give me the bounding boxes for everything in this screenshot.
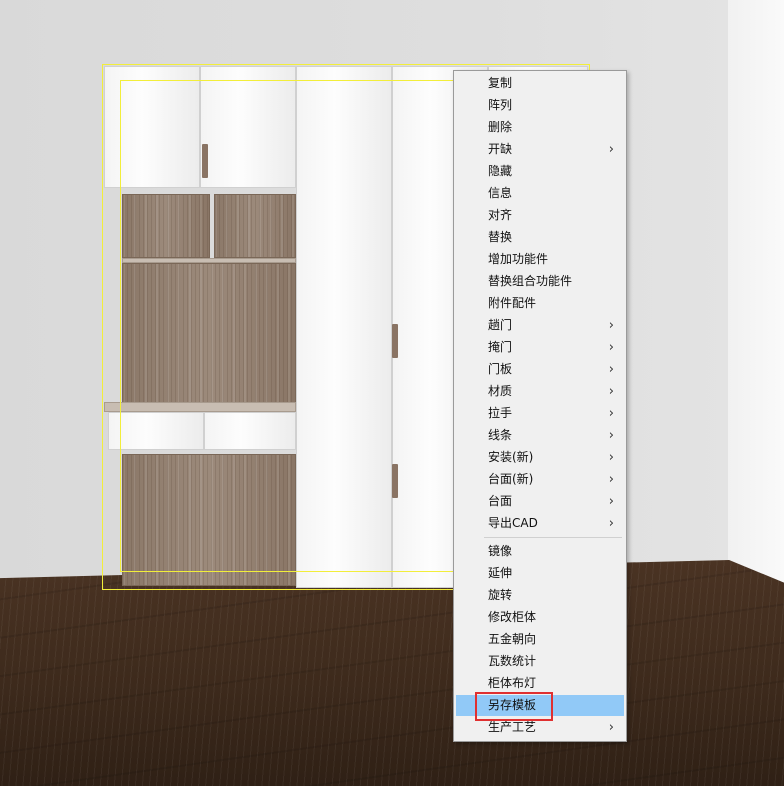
menu-item-label: 开缺 [488, 142, 513, 156]
menu-item-label: 镜像 [488, 544, 513, 558]
menu-item-label: 趟门 [488, 318, 513, 332]
menu-item[interactable]: 旋转 [456, 585, 624, 606]
menu-item-label: 对齐 [488, 208, 513, 222]
top-door-left[interactable] [104, 66, 200, 188]
tall-door-1[interactable] [296, 66, 392, 588]
drawer-right[interactable] [204, 412, 296, 450]
menu-item-label: 延伸 [488, 566, 513, 580]
desk-top [104, 402, 296, 412]
menu-item-label: 生产工艺 [488, 720, 537, 734]
upper-shelf-left [122, 194, 210, 258]
menu-item[interactable]: 隐藏 [456, 161, 624, 182]
chevron-right-icon: › [608, 340, 614, 355]
menu-item[interactable]: 安装(新) › [456, 447, 624, 468]
lower-back-panel [122, 454, 296, 586]
menu-item-label: 材质 [488, 384, 513, 398]
menu-item-label: 瓦数统计 [488, 654, 537, 668]
menu-item-label: 信息 [488, 186, 513, 200]
menu-item[interactable]: 开缺 › [456, 139, 624, 160]
menu-item[interactable]: 拉手 › [456, 403, 624, 424]
chevron-right-icon: › [608, 362, 614, 377]
chevron-right-icon: › [608, 516, 614, 531]
menu-item-label: 隐藏 [488, 164, 513, 178]
menu-item[interactable]: 趟门 › [456, 315, 624, 336]
menu-item[interactable]: 删除 [456, 117, 624, 138]
door-handle [392, 324, 398, 358]
menu-item[interactable]: 修改柜体 [456, 607, 624, 628]
menu-item[interactable]: 门板 › [456, 359, 624, 380]
menu-item-label: 删除 [488, 120, 513, 134]
menu-item[interactable]: 镜像 [456, 541, 624, 562]
context-menu[interactable]: 复制 阵列 删除 开缺 › 隐藏 信息 对齐 替换 增加功能件 替换组合功能件 附件配件 趟门 › 掩门 › 门… [453, 70, 627, 742]
menu-item[interactable]: 导出CAD › [456, 513, 624, 534]
3d-viewport[interactable] [0, 0, 784, 786]
menu-item-label: 台面(新) [488, 472, 534, 486]
menu-item[interactable]: 柜体布灯 [456, 673, 624, 694]
chevron-right-icon: › [608, 494, 614, 509]
chevron-right-icon: › [608, 450, 614, 465]
menu-item-label: 柜体布灯 [488, 676, 537, 690]
top-door-right[interactable] [200, 66, 296, 188]
menu-item[interactable]: 延伸 [456, 563, 624, 584]
menu-item-label: 修改柜体 [488, 610, 537, 624]
chevron-right-icon: › [608, 720, 614, 735]
menu-item-label: 阵列 [488, 98, 513, 112]
side-wall [728, 0, 784, 600]
menu-item-label: 复制 [488, 76, 513, 90]
chevron-right-icon: › [608, 384, 614, 399]
middle-back-panel [122, 263, 296, 403]
menu-item[interactable]: 台面 › [456, 491, 624, 512]
menu-item[interactable]: 五金朝向 [456, 629, 624, 650]
chevron-right-icon: › [608, 428, 614, 443]
door-handle [392, 464, 398, 498]
menu-item-label: 旋转 [488, 588, 513, 602]
menu-item[interactable]: 线条 › [456, 425, 624, 446]
chevron-right-icon: › [608, 472, 614, 487]
menu-item-label: 替换 [488, 230, 513, 244]
menu-item[interactable]: 附件配件 [456, 293, 624, 314]
drawer-left[interactable] [108, 412, 204, 450]
upper-shelf-right [214, 194, 296, 258]
menu-item[interactable]: 瓦数统计 [456, 651, 624, 672]
menu-item-label: 五金朝向 [488, 632, 537, 646]
menu-item-label: 增加功能件 [488, 252, 549, 266]
chevron-right-icon: › [608, 406, 614, 421]
menu-item[interactable]: 复制 [456, 73, 624, 94]
menu-item[interactable]: 增加功能件 [456, 249, 624, 270]
door-handle [202, 144, 208, 178]
menu-item-label: 门板 [488, 362, 513, 376]
chevron-right-icon: › [608, 142, 614, 157]
menu-item[interactable]: 信息 [456, 183, 624, 204]
wood-floor [0, 560, 784, 786]
menu-item[interactable]: 替换组合功能件 [456, 271, 624, 292]
menu-item-label: 附件配件 [488, 296, 537, 310]
menu-item-label: 导出CAD [488, 516, 538, 530]
menu-item[interactable]: 替换 [456, 227, 624, 248]
menu-item-label: 拉手 [488, 406, 513, 420]
menu-item[interactable]: 材质 › [456, 381, 624, 402]
chevron-right-icon: › [608, 318, 614, 333]
menu-separator [484, 537, 622, 538]
menu-item[interactable]: 阵列 [456, 95, 624, 116]
menu-item[interactable]: 台面(新) › [456, 469, 624, 490]
annotation-highlight-box [475, 692, 553, 721]
menu-item[interactable]: 对齐 [456, 205, 624, 226]
menu-item-label: 线条 [488, 428, 513, 442]
menu-item-label: 安装(新) [488, 450, 534, 464]
menu-item[interactable]: 掩门 › [456, 337, 624, 358]
menu-item-label: 掩门 [488, 340, 513, 354]
menu-item-label: 替换组合功能件 [488, 274, 573, 288]
menu-item-label: 台面 [488, 494, 513, 508]
